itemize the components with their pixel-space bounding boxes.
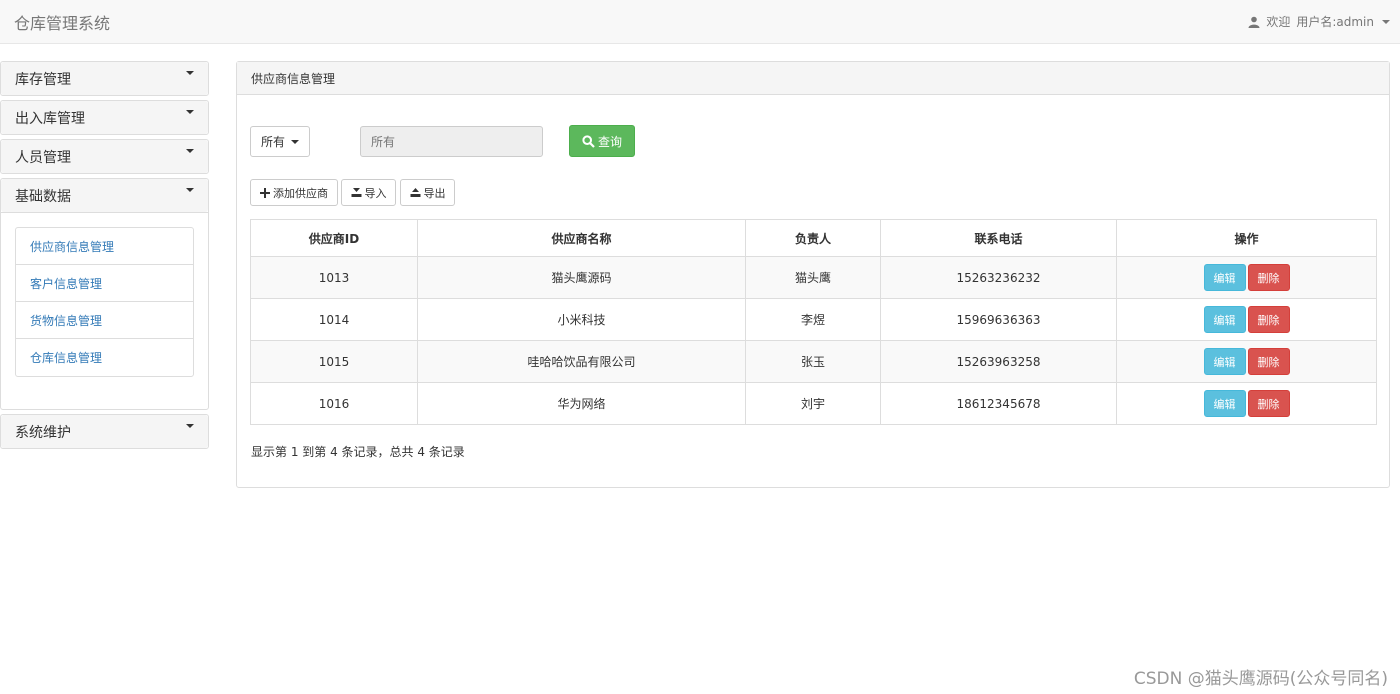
edit-button[interactable]: 编辑 <box>1203 390 1246 417</box>
export-icon <box>410 188 420 197</box>
supplier-table: 供应商ID 供应商名称 负责人 联系电话 操作 1013 猫头鹰源码 猫头鹰 1… <box>250 219 1377 425</box>
sidebar-menu-staff[interactable]: 人员管理 <box>0 139 209 174</box>
query-label: 查询 <box>597 134 622 149</box>
add-supplier-label: 添加供应商 <box>273 186 328 200</box>
cell-name: 哇哈哈饮品有限公司 <box>417 340 746 383</box>
plus-icon <box>260 187 270 198</box>
table-row: 1016 华为网络 刘宇 18612345678 编辑 删除 <box>250 382 1377 425</box>
user-icon <box>1248 16 1260 28</box>
cell-id: 1014 <box>250 298 418 341</box>
delete-button[interactable]: 删除 <box>1247 348 1290 375</box>
submenu-list: 供应商信息管理 客户信息管理 货物信息管理 仓库信息管理 <box>15 227 194 377</box>
import-icon <box>351 188 361 197</box>
cell-person: 李煜 <box>745 298 881 341</box>
chevron-down-icon <box>1382 19 1390 24</box>
cell-actions: 编辑 删除 <box>1116 298 1377 341</box>
panel-title: 供应商信息管理 <box>237 62 1389 95</box>
column-header: 操作 <box>1116 219 1377 257</box>
sidebar-menu-basic-data: 基础数据 供应商信息管理 客户信息管理 货物信息管理 仓库信息管理 <box>0 178 209 410</box>
sidebar-menu-label: 系统维护 <box>15 424 71 441</box>
sidebar-menu-inventory[interactable]: 库存管理 <box>0 61 209 96</box>
edit-button[interactable]: 编辑 <box>1203 264 1246 291</box>
column-header[interactable]: 供应商名称 <box>417 219 746 257</box>
main-panel: 供应商信息管理 所有 查询 添加供应商 导入 导出 供应商ID 供应商名称 负责… <box>236 61 1390 488</box>
cell-id: 1015 <box>250 340 418 383</box>
filter-dropdown[interactable]: 所有 <box>250 126 310 157</box>
sidebar: 库存管理 出入库管理 人员管理 基础数据 供应商信息管理 客户信息管理 货物信息… <box>0 61 209 453</box>
delete-button[interactable]: 删除 <box>1247 264 1290 291</box>
sidebar-menu-system[interactable]: 系统维护 <box>0 414 209 449</box>
export-button[interactable]: 导出 <box>400 179 455 206</box>
chevron-down-icon <box>186 109 194 114</box>
cell-phone: 15263236232 <box>880 256 1117 299</box>
sidebar-item-customer[interactable]: 客户信息管理 <box>16 265 193 302</box>
cell-person: 猫头鹰 <box>745 256 881 299</box>
cell-phone: 15969636363 <box>880 298 1117 341</box>
search-input[interactable] <box>360 126 543 157</box>
edit-button[interactable]: 编辑 <box>1203 348 1246 375</box>
search-icon <box>582 134 595 148</box>
cell-person: 刘宇 <box>745 382 881 425</box>
cell-actions: 编辑 删除 <box>1116 340 1377 383</box>
table-row: 1015 哇哈哈饮品有限公司 张玉 15263963258 编辑 删除 <box>250 340 1377 383</box>
watermark: CSDN @猫头鹰源码(公众号同名) <box>1133 669 1388 689</box>
sidebar-item-warehouse[interactable]: 仓库信息管理 <box>16 339 193 376</box>
import-button[interactable]: 导入 <box>341 179 396 206</box>
cell-name: 华为网络 <box>417 382 746 425</box>
cell-phone: 18612345678 <box>880 382 1117 425</box>
table-header-row: 供应商ID 供应商名称 负责人 联系电话 操作 <box>250 219 1377 257</box>
add-supplier-button[interactable]: 添加供应商 <box>250 179 338 206</box>
sidebar-menu-label: 基础数据 <box>15 188 71 205</box>
pagination-info: 显示第 1 到第 4 条记录，总共 4 条记录 <box>251 445 465 459</box>
cell-actions: 编辑 删除 <box>1116 256 1377 299</box>
edit-button[interactable]: 编辑 <box>1203 306 1246 333</box>
cell-id: 1016 <box>250 382 418 425</box>
username-text[interactable]: 用户名:admin <box>1296 13 1374 30</box>
app-title[interactable]: 仓库管理系统 <box>14 10 110 34</box>
cell-actions: 编辑 删除 <box>1116 382 1377 425</box>
delete-button[interactable]: 删除 <box>1247 390 1290 417</box>
export-label: 导出 <box>423 186 446 200</box>
user-menu[interactable]: 欢迎 用户名:admin <box>1248 13 1390 30</box>
chevron-down-icon <box>186 70 194 75</box>
cell-name: 小米科技 <box>417 298 746 341</box>
query-button[interactable]: 查询 <box>569 125 635 157</box>
import-label: 导入 <box>364 186 387 200</box>
sidebar-menu-label: 出入库管理 <box>15 110 85 127</box>
welcome-text: 欢迎 <box>1266 15 1291 29</box>
filter-selected: 所有 <box>260 135 285 149</box>
sidebar-menu-label: 库存管理 <box>15 71 71 88</box>
sidebar-menu-heading[interactable]: 基础数据 <box>1 179 208 212</box>
table-row: 1013 猫头鹰源码 猫头鹰 15263236232 编辑 删除 <box>250 256 1377 299</box>
chevron-down-icon <box>186 423 194 428</box>
delete-button[interactable]: 删除 <box>1247 306 1290 333</box>
column-header[interactable]: 负责人 <box>745 219 881 257</box>
sidebar-item-goods[interactable]: 货物信息管理 <box>16 302 193 339</box>
cell-id: 1013 <box>250 256 418 299</box>
chevron-down-icon <box>291 139 299 144</box>
chevron-down-icon <box>186 148 194 153</box>
top-navbar: 仓库管理系统 欢迎 用户名:admin <box>0 0 1400 44</box>
column-header[interactable]: 供应商ID <box>250 219 418 257</box>
chevron-down-icon <box>186 187 194 192</box>
column-header[interactable]: 联系电话 <box>880 219 1117 257</box>
sidebar-menu-inout[interactable]: 出入库管理 <box>0 100 209 135</box>
table-row: 1014 小米科技 李煜 15969636363 编辑 删除 <box>250 298 1377 341</box>
sidebar-menu-label: 人员管理 <box>15 149 71 166</box>
sidebar-item-supplier[interactable]: 供应商信息管理 <box>16 228 193 265</box>
submenu-body: 供应商信息管理 客户信息管理 货物信息管理 仓库信息管理 <box>1 212 208 409</box>
cell-name: 猫头鹰源码 <box>417 256 746 299</box>
cell-person: 张玉 <box>745 340 881 383</box>
cell-phone: 15263963258 <box>880 340 1117 383</box>
